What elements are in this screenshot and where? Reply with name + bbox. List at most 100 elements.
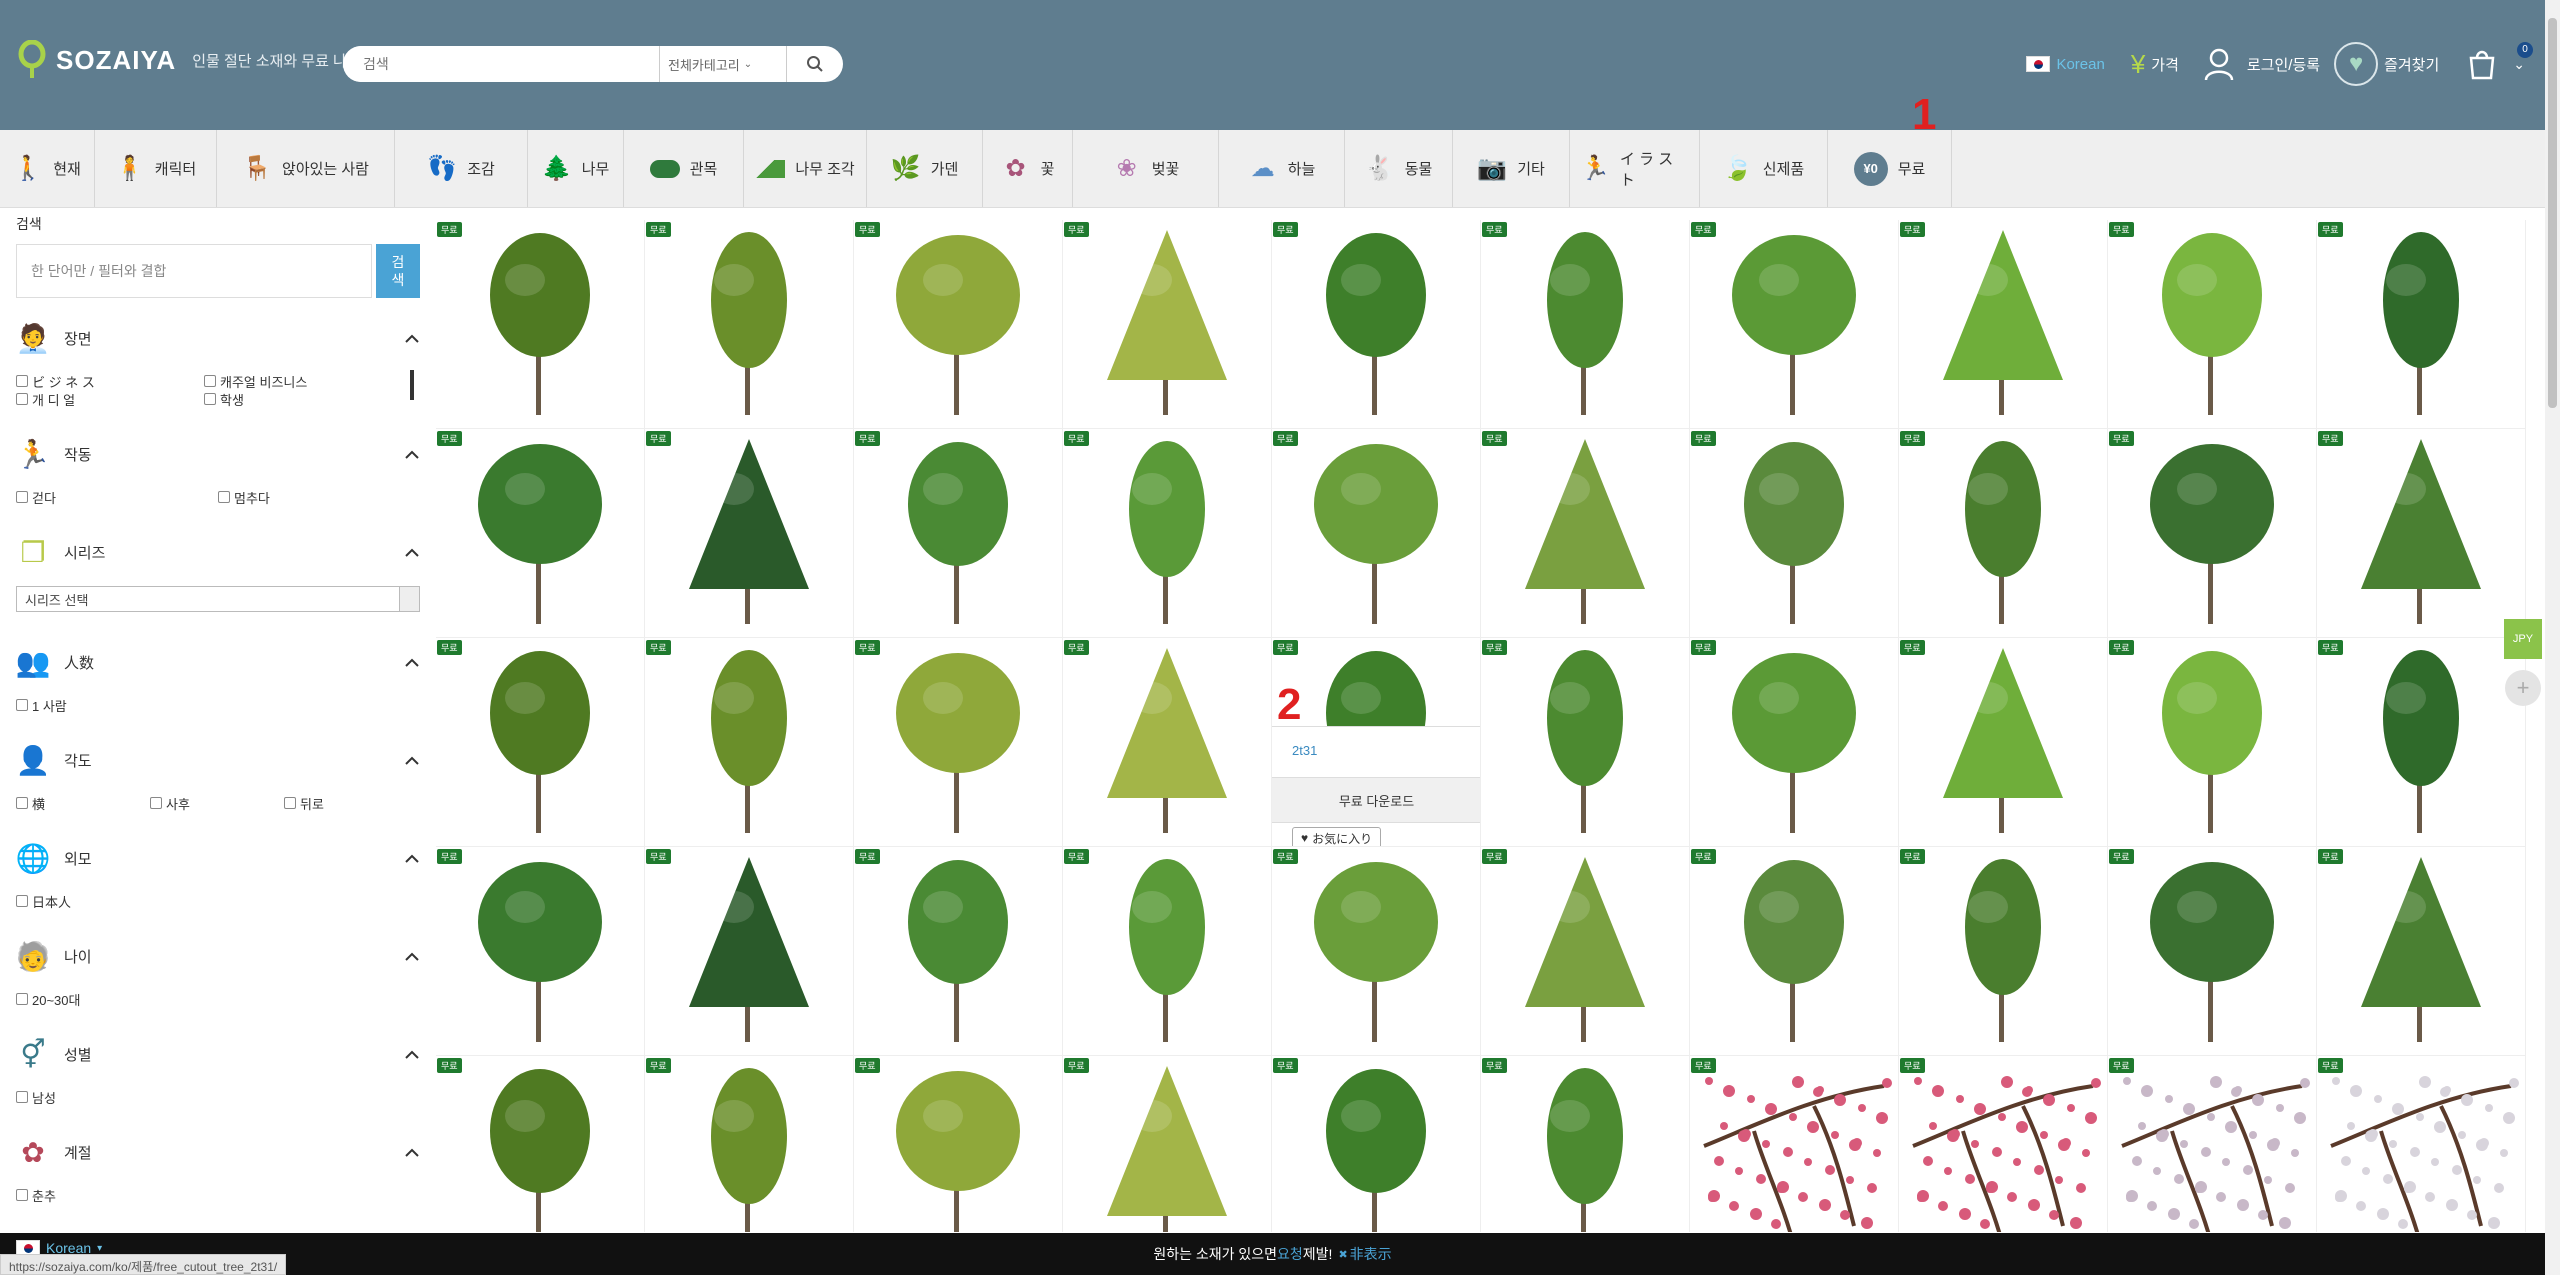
options-scrollbar[interactable] (410, 370, 414, 400)
product-thumbnail[interactable]: 무료 (854, 220, 1063, 429)
product-thumbnail[interactable]: 무료 (2317, 638, 2526, 847)
product-thumbnail[interactable]: 무료 (1481, 220, 1690, 429)
product-thumbnail[interactable]: 무료 (645, 638, 854, 847)
category-select[interactable]: 전체카테고리 ⌄ (659, 46, 787, 82)
product-thumbnail[interactable]: 무료 (1899, 638, 2108, 847)
filter-option[interactable]: ビ ジ ネ ス (16, 372, 204, 390)
filter-section-header[interactable]: ⚥ 성별 (16, 1034, 420, 1074)
product-thumbnail[interactable]: 무료 (1481, 429, 1690, 638)
category-item[interactable]: ❀ 벚꽃 (1073, 130, 1219, 207)
category-item[interactable]: 🌿 가덴 (867, 130, 983, 207)
checkbox[interactable] (16, 895, 28, 907)
checkbox[interactable] (284, 797, 296, 809)
free-download-button[interactable]: 무료 다운로드 (1272, 777, 1480, 823)
filter-option[interactable]: 학생 (204, 390, 394, 408)
product-thumbnail[interactable]: 무료 (2108, 638, 2317, 847)
filter-option[interactable]: 걷다 (16, 488, 218, 506)
currency-button[interactable]: JPY (2504, 619, 2542, 659)
product-thumbnail[interactable]: 무료 (1899, 220, 2108, 429)
category-item[interactable]: 🏃 イ ラ ス ト (1570, 130, 1700, 207)
product-thumbnail[interactable]: 무료 (1899, 1056, 2108, 1232)
filter-section-header[interactable]: 👤 각도 (16, 740, 420, 780)
language-switch[interactable]: Korean (2026, 56, 2105, 73)
hide-link[interactable]: 非表示 (1350, 1244, 1392, 1264)
product-thumbnail[interactable]: 무료 (854, 1056, 1063, 1232)
filter-section-header[interactable]: 🌐 외모 (16, 838, 420, 878)
filter-option[interactable]: 춘추 (16, 1186, 56, 1204)
checkbox[interactable] (150, 797, 162, 809)
product-thumbnail[interactable]: 무료 (2108, 1056, 2317, 1232)
filter-option[interactable]: 개 디 얼 (16, 390, 204, 408)
product-thumbnail[interactable]: 무료 (1481, 638, 1690, 847)
product-thumbnail[interactable]: 무료 (1690, 847, 1899, 1056)
product-thumbnail[interactable]: 무료 (436, 1056, 645, 1232)
filter-option[interactable]: 사후 (150, 794, 284, 812)
product-thumbnail[interactable]: 무료 (1063, 220, 1272, 429)
header-search-input[interactable] (343, 46, 659, 82)
sidebar-search-input[interactable]: 한 단어만 / 필터와 결합 (16, 244, 372, 298)
filter-option[interactable]: 남성 (16, 1088, 56, 1106)
checkbox[interactable] (16, 393, 28, 405)
plus-icon[interactable]: + (2505, 670, 2541, 706)
product-thumbnail[interactable]: 무료 (1690, 638, 1899, 847)
request-link[interactable]: 요청 (1277, 1244, 1303, 1264)
category-item[interactable]: 나무 조각 (744, 130, 867, 207)
product-thumbnail[interactable]: 무료 (1481, 1056, 1690, 1232)
product-thumbnail[interactable]: 무료 (1690, 429, 1899, 638)
product-thumbnail[interactable]: 무료 (1272, 220, 1481, 429)
favorites-link[interactable]: ♥ 즐겨찾기 (2334, 42, 2439, 86)
category-item[interactable]: 👣 조감 (395, 130, 528, 207)
category-item[interactable]: 🧍 캐릭터 (95, 130, 217, 207)
filter-option[interactable]: 横 (16, 794, 150, 812)
product-thumbnail[interactable]: 무료 (854, 638, 1063, 847)
product-thumbnail[interactable]: 무료 (2317, 429, 2526, 638)
product-thumbnail[interactable]: 무료 (2108, 847, 2317, 1056)
scrollbar-thumb[interactable] (2548, 18, 2557, 408)
product-thumbnail[interactable]: 무료 (1690, 1056, 1899, 1232)
checkbox[interactable] (16, 491, 28, 503)
product-thumbnail[interactable]: 무료 (645, 429, 854, 638)
category-item[interactable]: 🐇 동물 (1345, 130, 1453, 207)
product-thumbnail[interactable]: 무료 (1272, 847, 1481, 1056)
category-item[interactable]: 관목 (624, 130, 744, 207)
product-thumbnail[interactable]: 무료 (1063, 847, 1272, 1056)
category-item[interactable]: 🪑 앉아있는 사람 (217, 130, 395, 207)
checkbox[interactable] (218, 491, 230, 503)
product-thumbnail[interactable]: 무료 (2317, 220, 2526, 429)
product-thumbnail[interactable]: 무료 (1272, 1056, 1481, 1232)
series-select[interactable]: 시리즈 선택 (16, 586, 420, 612)
product-thumbnail[interactable]: 무료 (436, 847, 645, 1056)
product-thumbnail[interactable]: 무료 (645, 220, 854, 429)
category-item[interactable]: ¥0 무료 (1828, 130, 1952, 207)
category-item[interactable]: 🚶 현재 (0, 130, 95, 207)
category-item[interactable]: 🌲 나무 (528, 130, 624, 207)
product-thumbnail[interactable]: 무료 (645, 847, 854, 1056)
product-thumbnail[interactable]: 무료 (2317, 847, 2526, 1056)
filter-option[interactable]: 뒤로 (284, 794, 404, 812)
checkbox[interactable] (16, 375, 28, 387)
filter-option[interactable]: 1 사람 (16, 696, 67, 714)
product-thumbnail[interactable]: 무료 (1481, 847, 1690, 1056)
product-name-link[interactable]: 2t31 (1292, 743, 1317, 758)
product-thumbnail[interactable]: 무료 (1272, 429, 1481, 638)
product-thumbnail[interactable]: 무료 (854, 429, 1063, 638)
product-thumbnail[interactable]: 무료 (1063, 1056, 1272, 1232)
checkbox[interactable] (16, 1189, 28, 1201)
category-item[interactable]: 📷 기타 (1453, 130, 1570, 207)
checkbox[interactable] (16, 993, 28, 1005)
category-item[interactable]: ☁ 하늘 (1219, 130, 1345, 207)
product-thumbnail[interactable]: 무료 (854, 847, 1063, 1056)
product-thumbnail[interactable]: 무료 2t31 무료 다운로드 ♥ お気に入り (1272, 638, 1481, 847)
filter-section-header[interactable]: 🧓 나이 (16, 936, 420, 976)
filter-option[interactable]: 캐주얼 비즈니스 (204, 372, 394, 390)
product-thumbnail[interactable]: 무료 (1063, 638, 1272, 847)
product-thumbnail[interactable]: 무료 (2108, 429, 2317, 638)
filter-section-header[interactable]: 🧑‍💼 장면 (16, 318, 420, 358)
cart-link[interactable]: 0 ⌄ (2467, 42, 2533, 80)
checkbox[interactable] (16, 699, 28, 711)
product-thumbnail[interactable]: 무료 (1899, 847, 2108, 1056)
add-favorite-button[interactable]: ♥ お気に入り (1292, 827, 1382, 846)
product-thumbnail[interactable]: 무료 (1690, 220, 1899, 429)
login-link[interactable]: 로그인/등록 (2203, 47, 2320, 81)
filter-option[interactable]: 20~30대 (16, 990, 80, 1008)
